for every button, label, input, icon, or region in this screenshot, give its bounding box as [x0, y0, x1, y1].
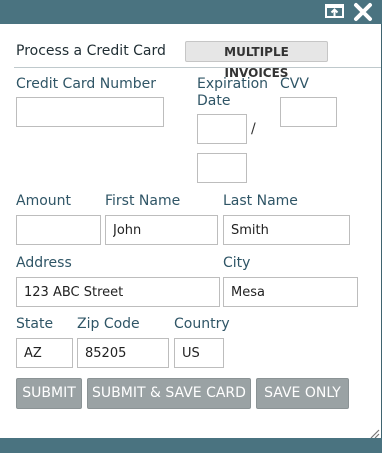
expiration-month-input[interactable]	[197, 114, 247, 144]
close-icon[interactable]	[352, 1, 374, 23]
amount-input[interactable]	[16, 215, 101, 245]
submit-and-save-card-button[interactable]: SUBMIT & SAVE CARD	[87, 378, 251, 409]
city-input[interactable]	[223, 277, 358, 307]
card-number-input[interactable]	[16, 97, 164, 127]
zip-code-label: Zip Code	[77, 316, 140, 332]
expiration-label-date: Date	[197, 93, 231, 109]
last-name-label: Last Name	[223, 193, 298, 209]
popout-window-icon[interactable]	[324, 2, 346, 20]
card-number-label: Credit Card Number	[16, 76, 156, 92]
save-only-button[interactable]: SAVE ONLY	[256, 378, 349, 409]
last-name-input[interactable]	[223, 215, 350, 245]
country-label: Country	[174, 316, 230, 332]
first-name-label: First Name	[105, 193, 181, 209]
window-footer	[0, 438, 382, 453]
first-name-input[interactable]	[105, 215, 218, 245]
country-input[interactable]	[174, 338, 224, 368]
expiration-year-input[interactable]	[197, 153, 247, 183]
address-input[interactable]	[16, 277, 220, 307]
cvv-input[interactable]	[280, 97, 337, 127]
header-divider	[14, 67, 381, 68]
cvv-label: CVV	[280, 76, 309, 92]
expiration-separator: /	[251, 121, 256, 137]
dialog-title: Process a Credit Card	[16, 43, 166, 59]
state-label: State	[16, 316, 54, 332]
resize-grip-icon[interactable]	[368, 424, 380, 439]
expiration-label: Expiration	[197, 76, 269, 92]
address-label: Address	[16, 255, 72, 271]
amount-label: Amount	[16, 193, 72, 209]
zip-code-input[interactable]	[77, 338, 169, 368]
submit-button[interactable]: SUBMIT	[16, 378, 82, 409]
multiple-invoices-button[interactable]: MULTIPLE INVOICES	[185, 41, 328, 80]
window-titlebar	[0, 0, 382, 24]
city-label: City	[223, 255, 251, 271]
state-input[interactable]	[16, 338, 73, 368]
